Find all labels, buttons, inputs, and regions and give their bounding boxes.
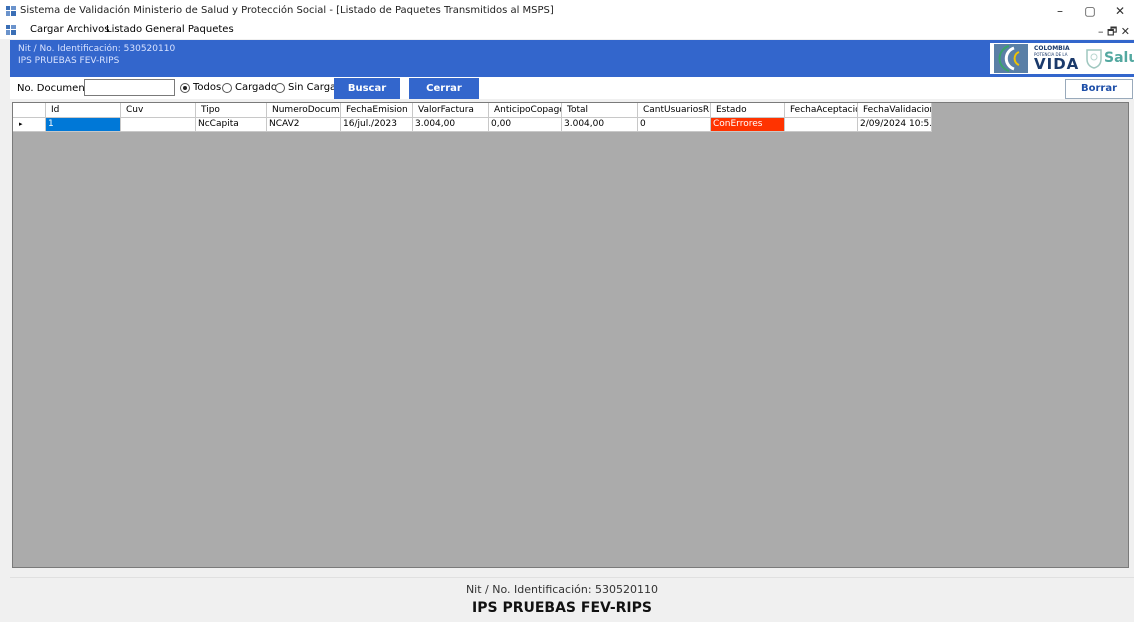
radio-sin-cargar-label: Sin Cargar — [288, 82, 341, 93]
app-window-icon — [6, 6, 16, 16]
logo-salud: Salud — [1104, 50, 1134, 66]
menu-bar: Cargar Archivos Listado General Paquetes… — [0, 22, 1134, 39]
cell-numero-documento[interactable]: NCAV2 — [267, 118, 341, 132]
title-bar: Sistema de Validación Ministerio de Salu… — [0, 0, 1134, 22]
maximize-button[interactable]: ▢ — [1080, 3, 1100, 19]
cell-total[interactable]: 3.004,00 — [562, 118, 638, 132]
footer: Nit / No. Identificación: 530520110 IPS … — [10, 577, 1134, 622]
coat-of-arms-icon — [1086, 49, 1102, 69]
cell-cuv[interactable] — [121, 118, 196, 132]
radio-todos-label: Todos — [193, 82, 222, 93]
footer-ips-name: IPS PRUEBAS FEV-RIPS — [472, 600, 652, 616]
footer-nit: Nit / No. Identificación: 530520110 — [465, 583, 659, 596]
close-button[interactable]: ✕ — [1110, 3, 1130, 19]
document-input[interactable] — [84, 79, 175, 96]
column-header-tipo[interactable]: Tipo — [196, 103, 267, 118]
banner-ips-name: IPS PRUEBAS FEV-RIPS — [18, 56, 120, 66]
logo-vida: VIDA — [1034, 55, 1080, 73]
cell-cant-usuarios[interactable]: 0 — [638, 118, 711, 132]
cell-fecha-validacion[interactable]: 2/09/2024 10:5... — [858, 118, 932, 132]
column-header-cant-usuarios[interactable]: CantUsuariosRips — [638, 103, 711, 118]
cell-fecha-emision[interactable]: 16/jul./2023 — [341, 118, 413, 132]
column-header-fecha-validacion[interactable]: FechaValidacion — [858, 103, 932, 118]
column-header-fecha-aceptacion[interactable]: FechaAceptacion — [785, 103, 858, 118]
cell-valor-factura[interactable]: 3.004,00 — [413, 118, 489, 132]
logo-colombia: COLOMBIA — [1034, 45, 1070, 52]
column-header-valor-factura[interactable]: ValorFactura — [413, 103, 489, 118]
potencia-vida-logo-icon — [994, 44, 1028, 73]
radio-sin-cargar[interactable] — [275, 83, 285, 93]
cell-tipo[interactable]: NcCapita — [196, 118, 267, 132]
menu-cargar-archivos[interactable]: Cargar Archivos — [30, 24, 109, 35]
radio-todos[interactable] — [180, 83, 190, 93]
column-header-total[interactable]: Total — [562, 103, 638, 118]
mdi-child-icon — [6, 25, 16, 35]
minimize-button[interactable]: – — [1050, 3, 1070, 19]
cell-id[interactable]: 1 — [46, 118, 121, 132]
clear-data-button[interactable]: Borrar Datos — [1065, 79, 1133, 112]
cell-estado-status[interactable]: ConErrores — [711, 118, 785, 132]
window-title: Sistema de Validación Ministerio de Salu… — [20, 5, 554, 16]
column-header-fecha-emision[interactable]: FechaEmision — [341, 103, 413, 118]
row-selector[interactable]: ▸ — [13, 118, 46, 132]
packages-grid[interactable]: Id Cuv Tipo NumeroDocumen FechaEmision V… — [12, 102, 1129, 568]
column-header-id[interactable]: Id — [46, 103, 121, 118]
radio-cargados[interactable] — [222, 83, 232, 93]
cell-anticipo-copago[interactable]: 0,00 — [489, 118, 562, 132]
column-header-anticipo-copago[interactable]: AnticipoCopagoC — [489, 103, 562, 118]
header-banner: Nit / No. Identificación: 530520110 IPS … — [10, 40, 1134, 77]
column-header-cuv[interactable]: Cuv — [121, 103, 196, 118]
row-header-corner — [13, 103, 46, 118]
column-header-estado[interactable]: Estado — [711, 103, 785, 118]
search-button[interactable]: Buscar — [334, 78, 400, 99]
logo: COLOMBIA POTENCIA DE LA VIDA Salud — [990, 43, 1134, 74]
close-form-button[interactable]: Cerrar — [409, 78, 479, 99]
filter-toolbar — [10, 77, 1134, 99]
menu-listado-general[interactable]: Listado General Paquetes — [106, 24, 234, 35]
banner-nit: Nit / No. Identificación: 530520110 — [18, 44, 176, 54]
cell-fecha-aceptacion[interactable] — [785, 118, 858, 132]
column-header-numero-documento[interactable]: NumeroDocumen — [267, 103, 341, 118]
